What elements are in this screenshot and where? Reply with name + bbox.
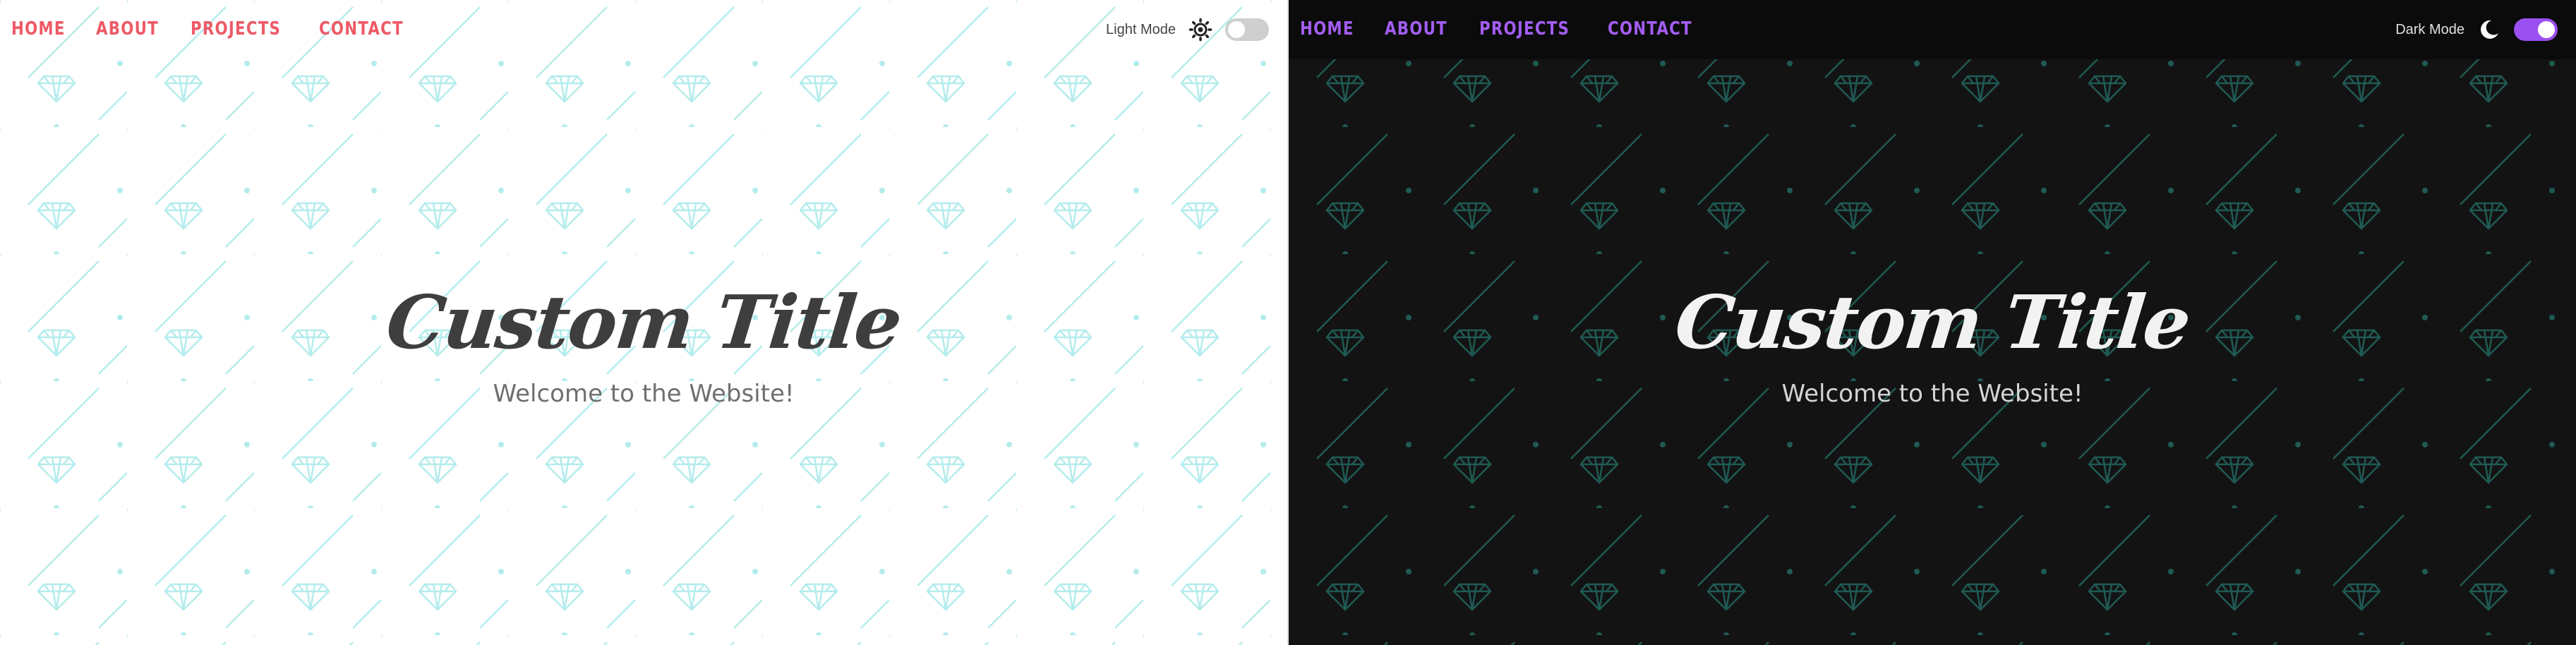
nav-link-about[interactable]: ABOUT bbox=[1385, 18, 1448, 40]
mode-label: Light Mode bbox=[1106, 21, 1176, 37]
theme-switcher: Dark Mode bbox=[2395, 18, 2558, 42]
dark-mode-panel: HOME ABOUT PROJECTS CONTACT Dark Mode Cu… bbox=[1289, 0, 2576, 645]
nav-links: HOME ABOUT PROJECTS CONTACT bbox=[1300, 18, 1701, 40]
light-mode-panel: HOME ABOUT PROJECTS CONTACT Light Mode C… bbox=[0, 0, 1287, 645]
hero-title: Custom Title bbox=[1671, 279, 2194, 366]
nav-link-contact[interactable]: CONTACT bbox=[319, 18, 404, 40]
navbar: HOME ABOUT PROJECTS CONTACT Dark Mode bbox=[1289, 0, 2576, 59]
nav-links: HOME ABOUT PROJECTS CONTACT bbox=[11, 18, 412, 40]
hero-section: Custom Title Welcome to the Website! bbox=[0, 279, 1287, 409]
nav-link-home[interactable]: HOME bbox=[11, 18, 66, 40]
toggle-knob bbox=[2538, 21, 2555, 38]
nav-link-contact[interactable]: CONTACT bbox=[1608, 18, 1692, 40]
nav-link-about[interactable]: ABOUT bbox=[96, 18, 159, 40]
hero-subtitle: Welcome to the Website! bbox=[1781, 380, 2083, 409]
navbar: HOME ABOUT PROJECTS CONTACT Light Mode bbox=[0, 0, 1287, 59]
theme-toggle[interactable] bbox=[1225, 18, 1269, 41]
theme-toggle[interactable] bbox=[2514, 18, 2558, 41]
hero-title: Custom Title bbox=[382, 279, 905, 366]
sun-icon bbox=[1188, 18, 1212, 42]
hero-subtitle: Welcome to the Website! bbox=[493, 380, 795, 409]
theme-switcher: Light Mode bbox=[1106, 18, 1269, 42]
toggle-knob bbox=[1228, 21, 1245, 38]
hero-section: Custom Title Welcome to the Website! bbox=[1289, 279, 2576, 409]
nav-link-projects[interactable]: PROJECTS bbox=[191, 18, 281, 40]
nav-link-home[interactable]: HOME bbox=[1300, 18, 1354, 40]
moon-icon bbox=[2481, 20, 2498, 39]
nav-link-projects[interactable]: PROJECTS bbox=[1479, 18, 1570, 40]
mode-label: Dark Mode bbox=[2395, 21, 2464, 37]
